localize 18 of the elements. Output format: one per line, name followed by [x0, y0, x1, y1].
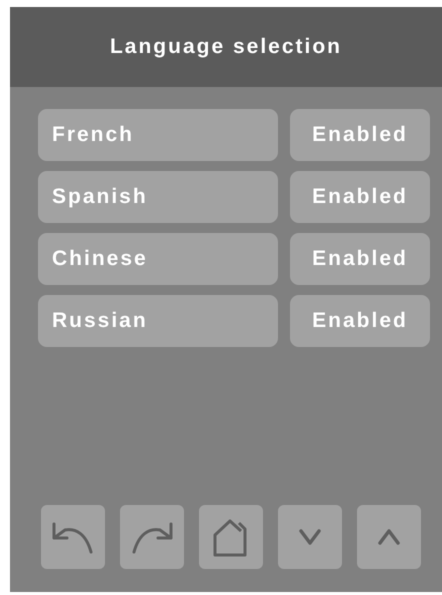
home-button[interactable]	[199, 505, 263, 569]
chevron-down-icon	[299, 529, 321, 545]
back-icon	[51, 520, 95, 554]
status-button[interactable]: Enabled	[290, 109, 430, 161]
language-button[interactable]: Spanish	[38, 171, 278, 223]
status-button[interactable]: Enabled	[290, 171, 430, 223]
language-button[interactable]: French	[38, 109, 278, 161]
back-button[interactable]	[41, 505, 105, 569]
language-button[interactable]: Russian	[38, 295, 278, 347]
chevron-down-button[interactable]	[278, 505, 342, 569]
forward-icon	[130, 520, 174, 554]
status-button[interactable]: Enabled	[290, 233, 430, 285]
language-button[interactable]: Chinese	[38, 233, 278, 285]
chevron-up-icon	[378, 529, 400, 545]
chevron-up-button[interactable]	[357, 505, 421, 569]
forward-button[interactable]	[120, 505, 184, 569]
status-button[interactable]: Enabled	[290, 295, 430, 347]
screen-title: Language selection	[110, 35, 342, 59]
